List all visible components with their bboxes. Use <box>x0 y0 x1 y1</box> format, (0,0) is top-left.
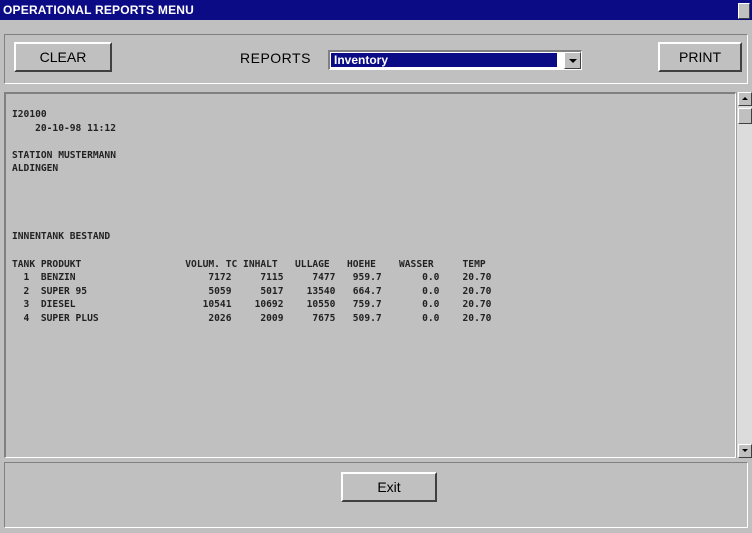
scroll-up-icon[interactable] <box>738 92 752 106</box>
report-type-dropdown[interactable]: Inventory <box>328 50 582 70</box>
report-line: 4 SUPER PLUS 2026 2009 7675 509.7 0.0 20… <box>12 312 492 324</box>
report-line: 1 BENZIN 7172 7115 7477 959.7 0.0 20.70 <box>12 272 492 284</box>
exit-button[interactable]: Exit <box>341 472 437 502</box>
reports-label: REPORTS <box>240 50 311 66</box>
scroll-down-icon[interactable] <box>738 444 752 458</box>
vertical-scrollbar[interactable] <box>736 92 752 458</box>
scroll-thumb[interactable] <box>738 108 752 124</box>
report-line: 3 DIESEL 10541 10692 10550 759.7 0.0 20.… <box>12 299 492 311</box>
report-line: INNENTANK BESTAND <box>12 231 111 243</box>
report-line: 2 SUPER 95 5059 5017 13540 664.7 0.0 20.… <box>12 285 492 297</box>
report-display: I20100 20-10-98 11:12 STATION MUSTERMANN… <box>4 92 736 458</box>
report-line: 20-10-98 11:12 <box>12 122 116 134</box>
report-type-selected: Inventory <box>331 53 557 67</box>
window-control-button[interactable] <box>738 3 750 19</box>
report-text: I20100 20-10-98 11:12 STATION MUSTERMANN… <box>12 108 491 326</box>
exit-button-label: Exit <box>377 479 401 495</box>
clear-button[interactable]: CLEAR <box>14 42 112 72</box>
chevron-down-icon[interactable] <box>564 52 581 69</box>
report-line: I20100 <box>12 109 47 120</box>
print-button[interactable]: PRINT <box>658 42 742 72</box>
report-line: TANK PRODUKT VOLUM. TC INHALT ULLAGE HOE… <box>12 258 486 270</box>
report-line: ALDINGEN <box>12 163 59 175</box>
print-button-label: PRINT <box>679 49 721 65</box>
window-titlebar: OPERATIONAL REPORTS MENU <box>0 0 752 20</box>
clear-button-label: CLEAR <box>39 49 87 65</box>
window-title: OPERATIONAL REPORTS MENU <box>3 3 195 17</box>
report-line: STATION MUSTERMANN <box>12 149 116 161</box>
